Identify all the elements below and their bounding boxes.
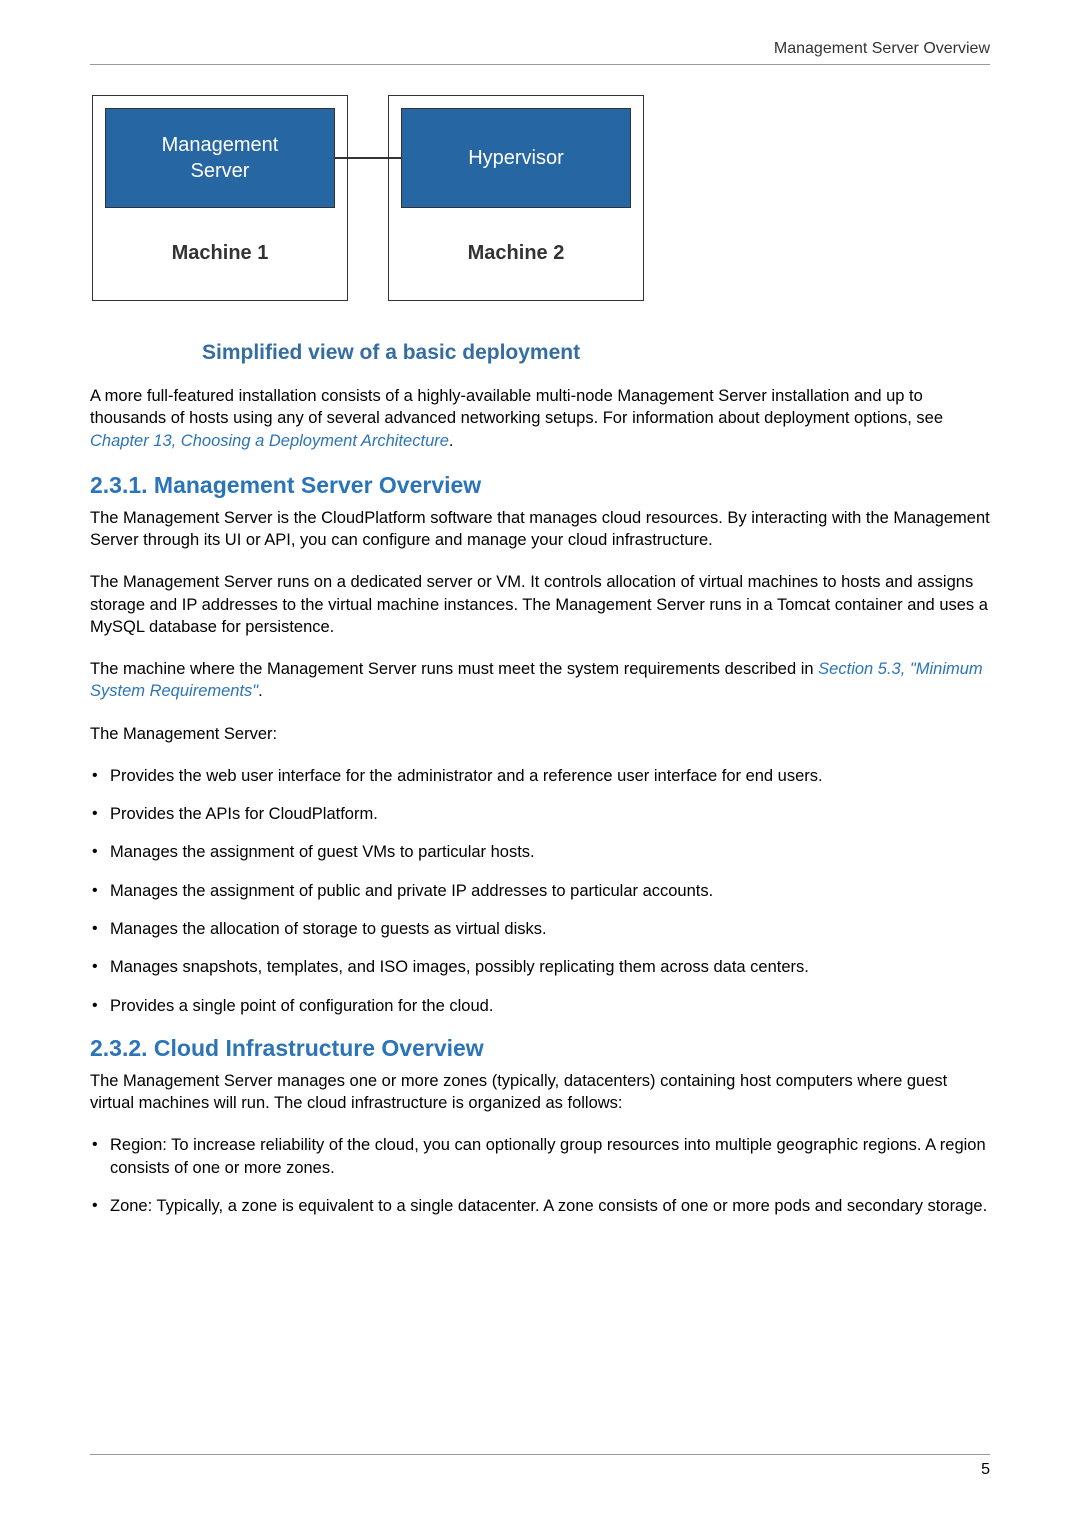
list-item: Provides a single point of configuration…	[90, 995, 990, 1017]
list-item: Manages the assignment of public and pri…	[90, 880, 990, 902]
page-number: 5	[981, 1461, 990, 1478]
chapter-13-link[interactable]: Chapter 13, Choosing a Deployment Archit…	[90, 432, 449, 450]
list-item: Provides the web user interface for the …	[90, 765, 990, 787]
list-item: Manages the allocation of storage to gue…	[90, 918, 990, 940]
connector-line	[334, 157, 402, 159]
machine-1-label: Machine 1	[172, 242, 269, 265]
running-header: Management Server Overview	[90, 40, 990, 65]
section-231-bullets: Provides the web user interface for the …	[90, 765, 990, 1017]
machine-2-box: Hypervisor Machine 2	[388, 95, 644, 301]
hypervisor-label: Hypervisor	[468, 145, 564, 171]
section-231-heading: 2.3.1. Management Server Overview	[90, 472, 990, 499]
diagram-caption: Simplified view of a basic deployment	[202, 341, 990, 365]
list-item: Region: To increase reliability of the c…	[90, 1134, 990, 1179]
list-item: Manages the assignment of guest VMs to p…	[90, 841, 990, 863]
list-item: Manages snapshots, templates, and ISO im…	[90, 956, 990, 978]
list-item: Provides the APIs for CloudPlatform.	[90, 803, 990, 825]
deployment-diagram: Management Server Machine 1 Hypervisor M…	[92, 95, 990, 365]
section-232-bullets: Region: To increase reliability of the c…	[90, 1134, 990, 1217]
machine-2-label: Machine 2	[468, 242, 565, 265]
running-title-text: Management Server Overview	[774, 40, 990, 57]
management-server-label: Management Server	[162, 132, 279, 184]
section-231-p2: The Management Server runs on a dedicate…	[90, 571, 990, 638]
machine-2-label-box: Machine 2	[401, 218, 631, 288]
intro-paragraph: A more full-featured installation consis…	[90, 385, 990, 452]
section-231-p4: The Management Server:	[90, 723, 990, 745]
diagram-connector	[348, 95, 388, 301]
machine-1-box: Management Server Machine 1	[92, 95, 348, 301]
section-231-p3-before: The machine where the Management Server …	[90, 660, 818, 678]
intro-text-after: .	[449, 432, 454, 450]
management-server-box: Management Server	[105, 108, 335, 208]
intro-text-before: A more full-featured installation consis…	[90, 387, 943, 427]
section-231-p1: The Management Server is the CloudPlatfo…	[90, 507, 990, 552]
list-item: Zone: Typically, a zone is equivalent to…	[90, 1195, 990, 1217]
section-231-p3-after: .	[258, 682, 263, 700]
diagram-row: Management Server Machine 1 Hypervisor M…	[92, 95, 990, 301]
page-footer: 5	[90, 1454, 990, 1479]
section-232-heading: 2.3.2. Cloud Infrastructure Overview	[90, 1035, 990, 1062]
hypervisor-box: Hypervisor	[401, 108, 631, 208]
section-232-p1: The Management Server manages one or mor…	[90, 1070, 990, 1115]
machine-1-label-box: Machine 1	[105, 218, 335, 288]
section-231-p3: The machine where the Management Server …	[90, 658, 990, 703]
